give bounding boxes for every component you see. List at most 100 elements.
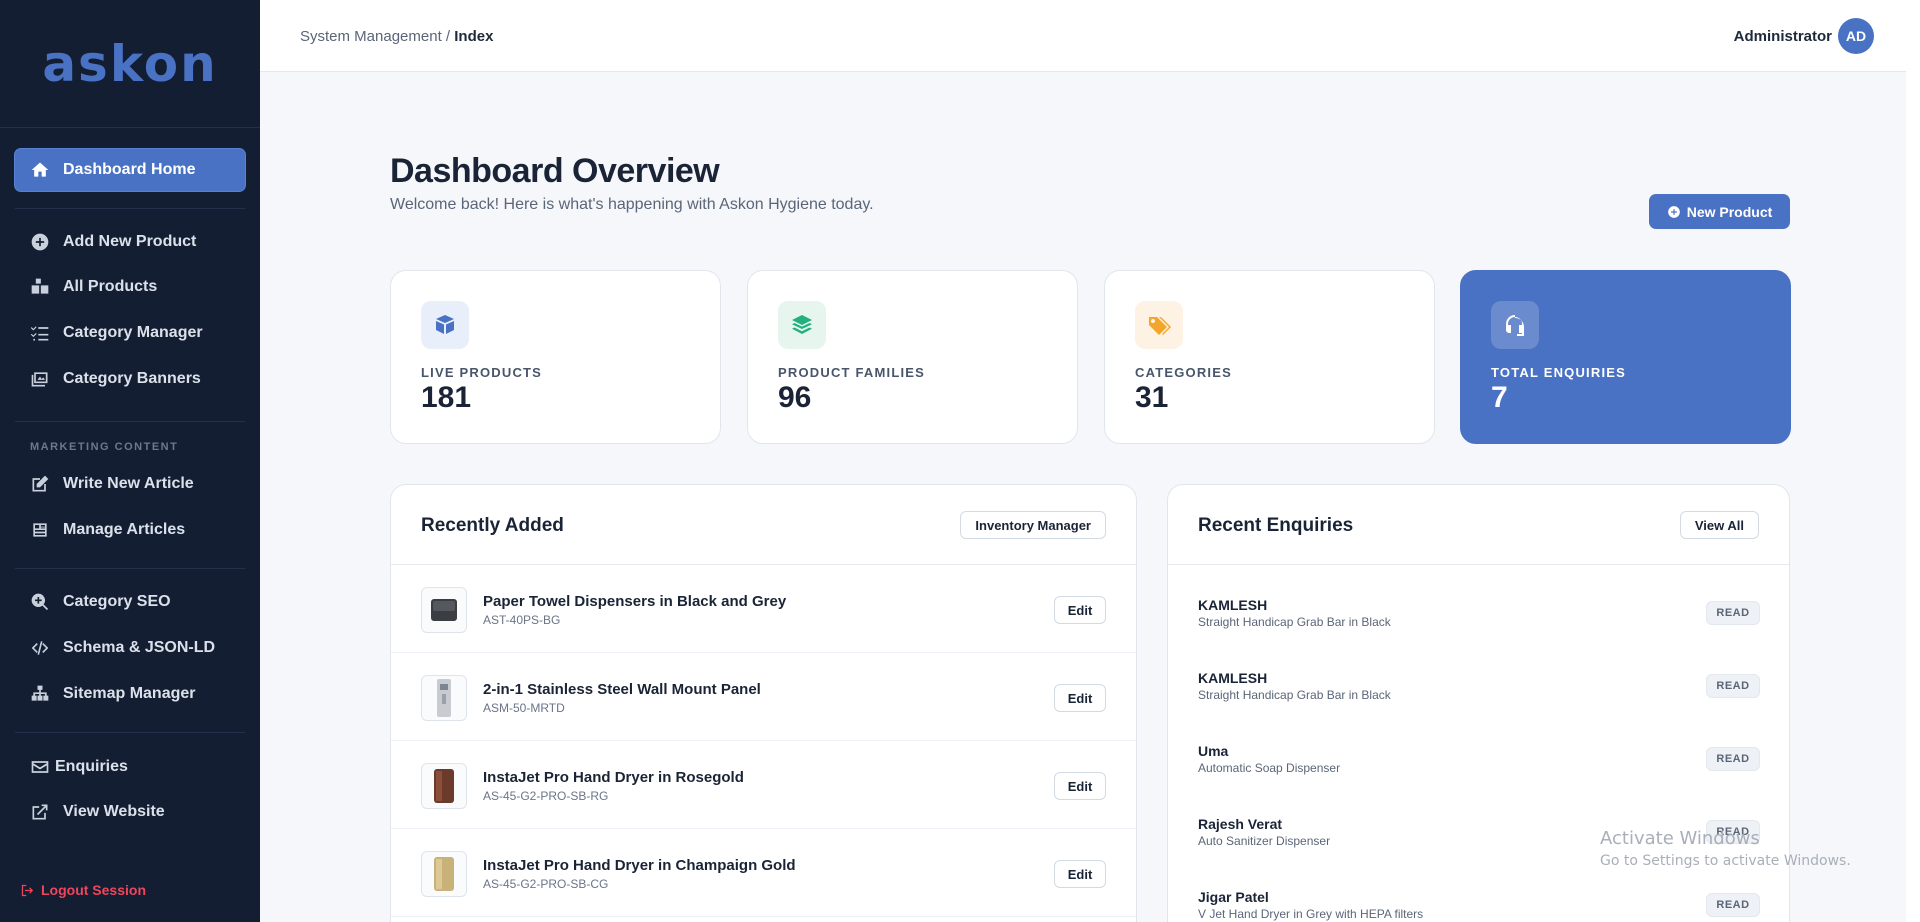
sidebar-item-dashboard-home[interactable]: Dashboard Home	[15, 149, 245, 191]
list-item[interactable]: InstaJet Pro Hand Dryer in Rosegold AS-4…	[391, 741, 1136, 829]
sidebar-item-all-products[interactable]: All Products	[15, 266, 245, 308]
product-thumbnail	[421, 763, 467, 809]
logout-label: Logout Session	[41, 882, 146, 898]
avatar[interactable]: AD	[1838, 18, 1874, 54]
sidebar-item-manage-articles[interactable]: Manage Articles	[15, 509, 245, 551]
sidebar-divider	[15, 732, 245, 733]
product-name[interactable]: 2-in-1 Stainless Steel Wall Mount Panel	[483, 681, 761, 698]
panel-title: Recently Added	[421, 515, 564, 536]
stat-label: TOTAL ENQUIRIES	[1491, 365, 1627, 380]
list-check-icon	[29, 322, 51, 344]
enquiry-product: Automatic Soap Dispenser	[1198, 761, 1341, 775]
sidebar-item-schema-json-ld[interactable]: Schema & JSON-LD	[15, 627, 245, 669]
sidebar-divider	[15, 421, 245, 422]
view-all-button[interactable]: View All	[1679, 511, 1759, 539]
panel-header: Recently Added Inventory Manager	[391, 485, 1136, 565]
newspaper-icon	[29, 519, 51, 541]
enquiry-product: Straight Handicap Grab Bar in Black	[1198, 615, 1391, 629]
envelope-icon	[29, 756, 51, 778]
edit-button[interactable]: Edit	[1054, 684, 1106, 712]
enquiry-product: V Jet Hand Dryer in Grey with HEPA filte…	[1198, 907, 1424, 921]
external-link-icon	[29, 801, 51, 823]
window-edge	[1906, 0, 1920, 922]
brand-name: askon	[42, 34, 218, 93]
sidebar-item-category-manager[interactable]: Category Manager	[15, 312, 245, 354]
enquiry-name: Jigar Patel	[1198, 889, 1269, 905]
list-item[interactable]: InstaJet Pro Hand Dryer in Champaign Gol…	[391, 829, 1136, 917]
sidebar-item-label: Add New Product	[63, 233, 197, 250]
product-thumbnail	[421, 851, 467, 897]
panel-title: Recent Enquiries	[1198, 515, 1354, 536]
boxes-icon	[29, 276, 51, 298]
edit-button[interactable]: Edit	[1054, 596, 1106, 624]
product-name[interactable]: InstaJet Pro Hand Dryer in Champaign Gol…	[483, 857, 796, 874]
sidebar-item-label: Category Banners	[63, 370, 201, 387]
status-badge: READ	[1706, 893, 1760, 917]
product-thumbnail	[421, 675, 467, 721]
breadcrumb-separator: /	[441, 28, 455, 45]
sidebar-item-label: Schema & JSON-LD	[63, 639, 216, 656]
sidebar-item-label: Category Manager	[63, 324, 203, 341]
breadcrumb-parent[interactable]: System Management	[300, 28, 442, 45]
edit-button[interactable]: Edit	[1054, 860, 1106, 888]
sidebar-item-category-seo[interactable]: Category SEO	[15, 581, 245, 623]
product-sku: ASM-50-MRTD	[483, 701, 565, 715]
stat-value: 7	[1491, 381, 1508, 414]
status-badge: READ	[1706, 674, 1760, 698]
stat-label: CATEGORIES	[1135, 365, 1232, 380]
list-item[interactable]: 2-in-1 Stainless Steel Wall Mount Panel …	[391, 653, 1136, 741]
enquiry-name: KAMLESH	[1198, 597, 1268, 613]
list-item[interactable]: Uma Automatic Soap Dispenser READ	[1168, 722, 1789, 795]
sidebar-item-category-banners[interactable]: Category Banners	[15, 358, 245, 400]
inventory-manager-button[interactable]: Inventory Manager	[960, 511, 1106, 539]
product-sku: AS-45-G2-PRO-SB-CG	[483, 877, 609, 891]
sitemap-icon	[29, 683, 51, 705]
search-plus-icon	[29, 591, 51, 613]
list-item[interactable]: Jigar Patel V Jet Hand Dryer in Grey wit…	[1168, 868, 1789, 922]
stat-card-categories: CATEGORIES 31	[1104, 270, 1435, 444]
stat-value: 96	[778, 381, 812, 414]
product-name[interactable]: Paper Towel Dispensers in Black and Grey	[483, 593, 786, 610]
top-header: System Management / Index Administrator …	[260, 0, 1920, 72]
product-name[interactable]: InstaJet Pro Hand Dryer in Rosegold	[483, 769, 744, 786]
enquiry-name: Rajesh Verat	[1198, 816, 1283, 832]
plus-circle-icon	[29, 231, 51, 253]
sidebar-item-label: Write New Article	[63, 475, 194, 492]
sidebar-item-enquiries[interactable]: Enquiries	[15, 746, 245, 788]
list-item[interactable]: Paper Towel Dispensers in Black and Grey…	[391, 565, 1136, 653]
sidebar-item-label: Dashboard Home	[63, 161, 196, 178]
edit-button[interactable]: Edit	[1054, 772, 1106, 800]
code-icon	[29, 637, 51, 659]
list-item[interactable]: KAMLESH Straight Handicap Grab Bar in Bl…	[1168, 649, 1789, 722]
activate-windows-watermark: Activate Windows Go to Settings to activ…	[1600, 828, 1851, 869]
sidebar-item-label: Manage Articles	[63, 521, 186, 538]
sidebar-item-label: View Website	[63, 803, 165, 820]
brand-logo[interactable]: askon	[0, 0, 260, 128]
breadcrumb-current: Index	[454, 28, 494, 45]
stat-label: LIVE PRODUCTS	[421, 365, 543, 380]
sidebar: askon Dashboard Home Add New Product All…	[0, 0, 260, 922]
product-sku: AS-45-G2-PRO-SB-RG	[483, 789, 609, 803]
status-badge: READ	[1706, 601, 1760, 625]
sidebar-section-marketing: MARKETING CONTENT	[30, 441, 179, 453]
user-name[interactable]: Administrator	[1734, 28, 1832, 45]
product-sku: AST-40PS-BG	[483, 613, 561, 627]
enquiry-name: Uma	[1198, 743, 1229, 759]
sidebar-item-view-website[interactable]: View Website	[15, 791, 245, 833]
panel-header: Recent Enquiries View All	[1168, 485, 1789, 565]
list-item[interactable]: KAMLESH Straight Handicap Grab Bar in Bl…	[1168, 576, 1789, 649]
enquiry-name: KAMLESH	[1198, 670, 1268, 686]
sidebar-divider	[15, 208, 245, 209]
recently-added-panel: Recently Added Inventory Manager Paper T…	[390, 484, 1137, 922]
enquiry-product: Auto Sanitizer Dispenser	[1198, 834, 1331, 848]
sign-out-icon	[21, 884, 34, 896]
status-badge: READ	[1706, 747, 1760, 771]
new-product-button[interactable]: New Product	[1649, 194, 1790, 229]
stat-value: 181	[421, 381, 472, 414]
sidebar-item-label: Sitemap Manager	[63, 685, 196, 702]
watermark-title: Activate Windows	[1600, 828, 1760, 849]
sidebar-item-write-new-article[interactable]: Write New Article	[15, 463, 245, 505]
sidebar-item-sitemap-manager[interactable]: Sitemap Manager	[15, 673, 245, 715]
sidebar-item-add-new-product[interactable]: Add New Product	[15, 221, 245, 263]
logout-button[interactable]: Logout Session	[20, 882, 146, 898]
